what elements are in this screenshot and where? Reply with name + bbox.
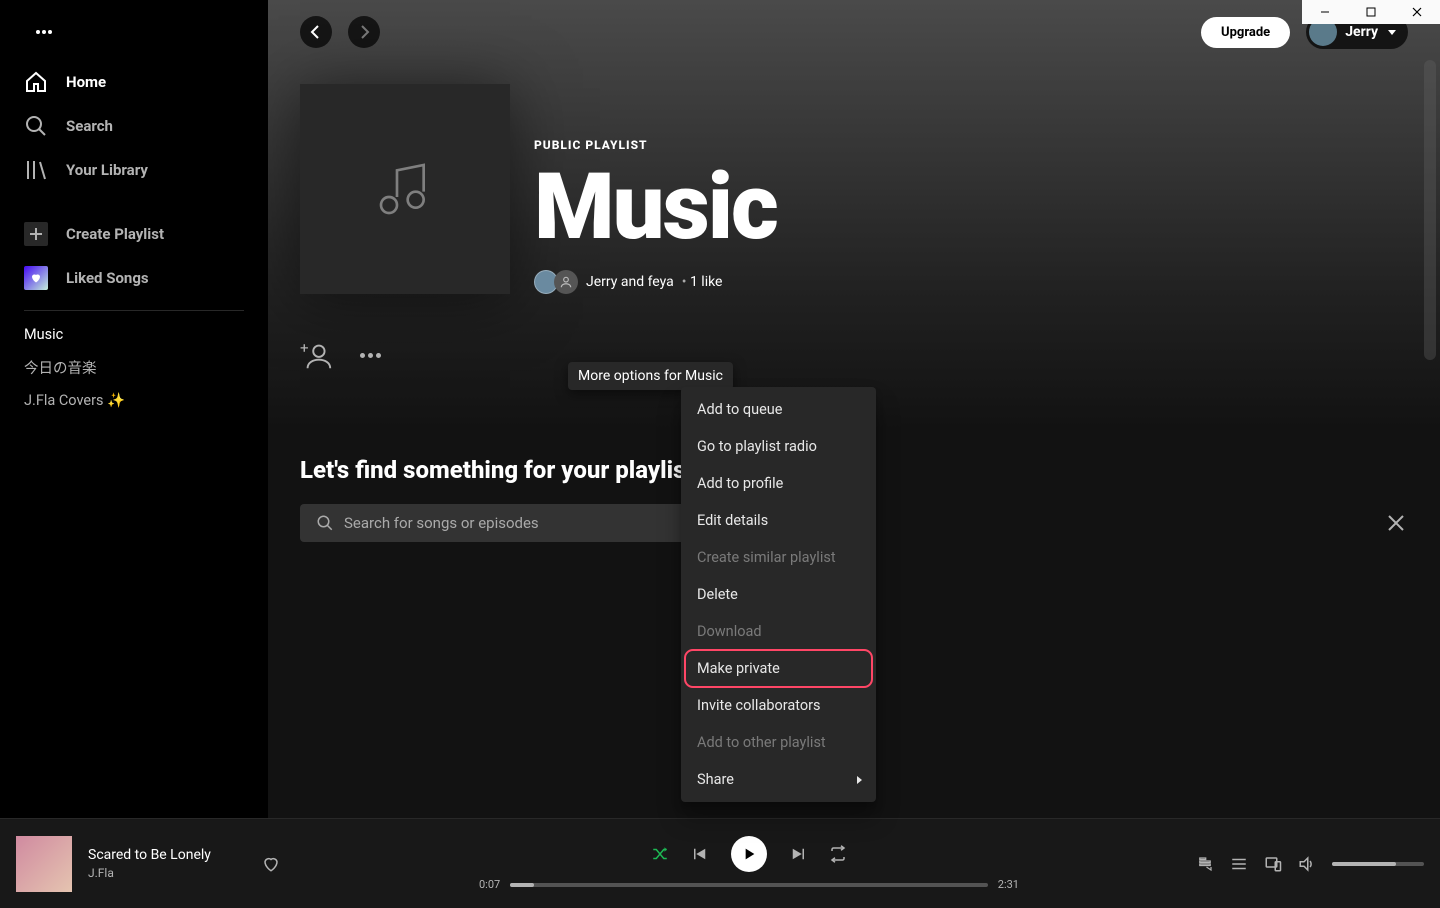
main-view: Upgrade Jerry PUBLIC PLAYLIST Music Jerr… (268, 0, 1440, 908)
create-playlist-button[interactable]: Create Playlist (8, 212, 260, 256)
playlist-likes: 1 like (682, 274, 723, 290)
volume-button[interactable] (1298, 855, 1316, 873)
user-name-label: Jerry (1345, 24, 1378, 40)
shuffle-button[interactable] (651, 845, 669, 863)
nav-library-label: Your Library (66, 161, 148, 179)
now-playing-cover[interactable] (16, 836, 72, 892)
volume-slider[interactable] (1332, 862, 1424, 866)
topbar: Upgrade Jerry (268, 0, 1440, 64)
search-icon (24, 114, 48, 138)
sidebar-playlist-music[interactable]: Music (8, 319, 260, 350)
history-back-button[interactable] (300, 16, 332, 48)
history-forward-button[interactable] (348, 16, 380, 48)
play-button[interactable] (731, 836, 767, 872)
upgrade-button[interactable]: Upgrade (1201, 17, 1290, 48)
ctx-invite[interactable]: Invite collaborators (685, 687, 872, 724)
like-button[interactable] (262, 855, 280, 873)
window-maximize-button[interactable] (1348, 0, 1394, 24)
playlist-cover[interactable] (300, 84, 510, 294)
ellipsis-icon (360, 353, 381, 358)
elapsed-time: 0:07 (479, 878, 500, 891)
chevron-down-icon (1386, 26, 1398, 38)
ctx-create-similar: Create similar playlist (685, 539, 872, 576)
playlist-subline: Jerry and feya 1 like (534, 270, 777, 294)
nav-home-label: Home (66, 73, 106, 91)
nav-library[interactable]: Your Library (8, 148, 260, 192)
app-menu-button[interactable] (24, 12, 64, 52)
previous-button[interactable] (691, 845, 709, 863)
sidebar-playlist-jfla[interactable]: J.Fla Covers ✨ (8, 385, 260, 416)
heart-icon (24, 266, 48, 290)
sidebar-divider (24, 310, 244, 311)
chevron-right-icon (854, 775, 864, 785)
lyrics-button[interactable] (1196, 855, 1214, 873)
ctx-share[interactable]: Share (685, 761, 872, 798)
playlist-type-label: PUBLIC PLAYLIST (534, 138, 777, 152)
ctx-add-other-playlist: Add to other playlist (685, 724, 872, 761)
devices-button[interactable] (1264, 855, 1282, 873)
tooltip-more-options: More options for Music (568, 362, 733, 390)
scrollbar[interactable] (1424, 60, 1436, 360)
playlist-owners[interactable]: Jerry and feya (586, 274, 674, 290)
find-close-button[interactable] (1384, 511, 1408, 535)
plus-icon (24, 222, 48, 246)
ctx-go-to-radio[interactable]: Go to playlist radio (685, 428, 872, 465)
ctx-make-private[interactable]: Make private (685, 650, 872, 687)
next-button[interactable] (789, 845, 807, 863)
liked-songs-button[interactable]: Liked Songs (8, 256, 260, 300)
ctx-add-to-queue[interactable]: Add to queue (685, 391, 872, 428)
find-search-input[interactable]: Search for songs or episodes (300, 504, 720, 542)
repeat-button[interactable] (829, 845, 847, 863)
window-minimize-button[interactable] (1302, 0, 1348, 24)
ctx-edit-details[interactable]: Edit details (685, 502, 872, 539)
playlist-title[interactable]: Music (534, 162, 777, 254)
playlist-action-row: + (268, 318, 1440, 376)
svg-text:+: + (300, 339, 309, 357)
search-icon (316, 514, 334, 532)
ctx-download: Download (685, 613, 872, 650)
total-time: 2:31 (998, 878, 1019, 891)
nav-search[interactable]: Search (8, 104, 260, 148)
invite-collaborator-icon[interactable]: + (300, 338, 334, 372)
window-controls (1302, 0, 1440, 24)
progress-bar[interactable] (510, 883, 988, 887)
ellipsis-icon (36, 30, 52, 34)
create-playlist-label: Create Playlist (66, 225, 164, 243)
owner-avatar-2 (554, 270, 578, 294)
ctx-delete[interactable]: Delete (685, 576, 872, 613)
context-menu: Add to queue Go to playlist radio Add to… (681, 387, 876, 802)
sidebar: Home Search Your Library Create Playlist… (0, 0, 268, 908)
queue-button[interactable] (1230, 855, 1248, 873)
find-placeholder: Search for songs or episodes (344, 514, 704, 532)
nav-home[interactable]: Home (8, 60, 260, 104)
library-icon (24, 158, 48, 182)
music-note-icon (373, 157, 437, 221)
ctx-add-to-profile[interactable]: Add to profile (685, 465, 872, 502)
now-playing-artist[interactable]: J.Fla (88, 866, 238, 880)
now-playing-title[interactable]: Scared to Be Lonely (88, 847, 238, 863)
window-close-button[interactable] (1394, 0, 1440, 24)
more-options-button[interactable] (360, 353, 381, 358)
player-bar: Scared to Be Lonely J.Fla 0:07 2:31 (0, 818, 1440, 908)
sidebar-playlist-today[interactable]: 今日の音楽 (8, 350, 260, 385)
ctx-share-label: Share (697, 771, 734, 788)
liked-songs-label: Liked Songs (66, 269, 149, 287)
nav-search-label: Search (66, 117, 113, 135)
home-icon (24, 70, 48, 94)
